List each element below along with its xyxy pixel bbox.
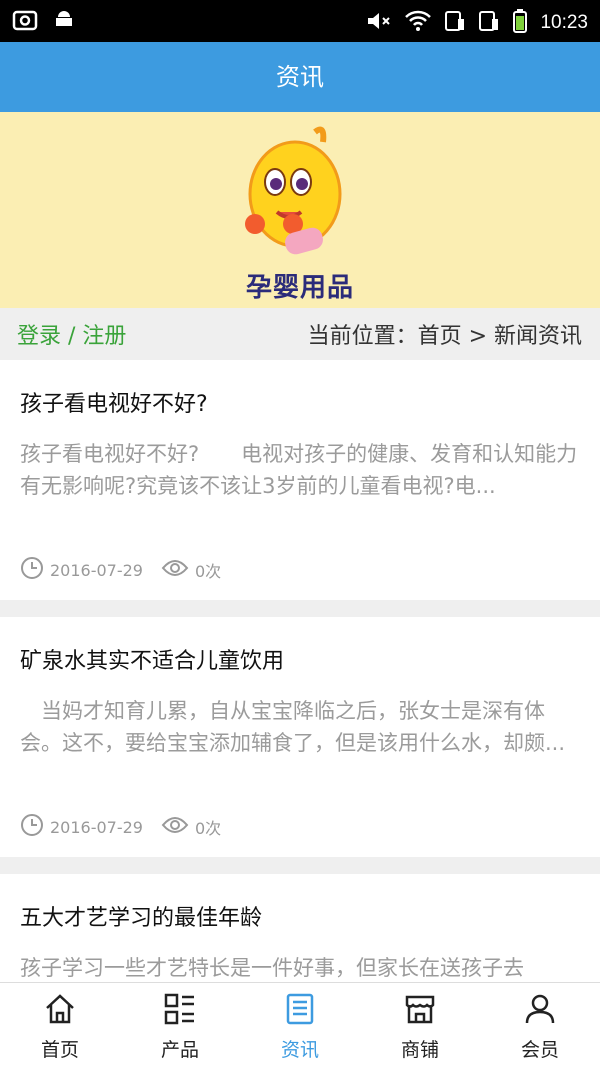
article-date: 2016-07-29 xyxy=(50,560,143,580)
article-summary: 孩子看电视好不好? 电视对孩子的健康、发育和认知能力有无影响呢?究竟该不该让3岁… xyxy=(20,442,578,498)
view-count: 0次 xyxy=(194,562,222,581)
clock-icon xyxy=(20,813,44,841)
news-icon xyxy=(283,992,317,1035)
android-icon xyxy=(52,8,76,36)
tab-label: 首页 xyxy=(40,1039,79,1061)
wifi-icon xyxy=(404,10,432,36)
article-title[interactable]: 孩子看电视好不好? xyxy=(20,386,208,418)
tab-news[interactable]: 资讯 xyxy=(240,983,360,1067)
article-meta: 2016-07-29 0次 xyxy=(20,556,239,584)
brand-logo: 孕婴用品 xyxy=(235,122,365,303)
battery-icon xyxy=(512,8,528,38)
tab-stores[interactable]: 商铺 xyxy=(360,983,480,1067)
tab-products[interactable]: 产品 xyxy=(120,983,240,1067)
article-summary: 孩子学习一些才艺特长是一件好事，但家长在送孩子去 xyxy=(20,956,524,980)
breadcrumb: 当前位置：首页 > 新闻资讯 xyxy=(307,324,582,349)
clock-icon xyxy=(20,556,44,584)
status-bar: 10:23 xyxy=(0,0,600,42)
tab-label: 会员 xyxy=(520,1039,559,1061)
article-summary: 当妈才知育儿累，自从宝宝降临之后，张女士是深有体会。这不，要给宝宝添加辅食了，但… xyxy=(20,699,566,755)
tab-label: 资讯 xyxy=(280,1039,319,1061)
tab-home[interactable]: 首页 xyxy=(0,983,120,1067)
article-list: 孩子看电视好不好? 孩子看电视好不好? 电视对孩子的健康、发育和认知能力有无影响… xyxy=(0,360,600,982)
sim1-icon xyxy=(444,9,466,37)
article-meta: 2016-07-29 0次 xyxy=(20,813,239,841)
list-item[interactable]: 孩子看电视好不好? 孩子看电视好不好? 电视对孩子的健康、发育和认知能力有无影响… xyxy=(0,360,600,600)
article-date: 2016-07-29 xyxy=(50,817,143,837)
bottom-tab-bar: 首页 产品 资讯 商铺 会员 xyxy=(0,982,600,1067)
screenshot-icon xyxy=(12,8,38,36)
list-item[interactable]: 五大才艺学习的最佳年龄 孩子学习一些才艺特长是一件好事，但家长在送孩子去 xyxy=(0,874,600,982)
tab-member[interactable]: 会员 xyxy=(480,983,600,1067)
home-icon xyxy=(43,992,77,1035)
mute-icon xyxy=(366,10,392,36)
article-title[interactable]: 矿泉水其实不适合儿童饮用 xyxy=(20,643,284,675)
grid-list-icon xyxy=(163,992,197,1035)
tab-label: 商铺 xyxy=(400,1039,439,1061)
page-title: 资讯 xyxy=(0,42,600,112)
location-bar: 登录 / 注册 当前位置：首页 > 新闻资讯 xyxy=(0,308,600,360)
user-icon xyxy=(523,992,557,1035)
logo-text: 孕婴用品 xyxy=(245,273,354,303)
eye-icon xyxy=(161,558,189,582)
tab-label: 产品 xyxy=(160,1039,199,1061)
login-register-link[interactable]: 登录 / 注册 xyxy=(17,318,126,350)
banner: 孕婴用品 xyxy=(0,112,600,308)
clock-time: 10:23 xyxy=(540,12,588,33)
list-item[interactable]: 矿泉水其实不适合儿童饮用 当妈才知育儿累，自从宝宝降临之后，张女士是深有体会。这… xyxy=(0,617,600,857)
view-count: 0次 xyxy=(194,819,222,838)
sim2-icon xyxy=(478,9,500,37)
article-title[interactable]: 五大才艺学习的最佳年龄 xyxy=(20,900,262,932)
eye-icon xyxy=(161,815,189,839)
store-icon xyxy=(403,992,437,1035)
